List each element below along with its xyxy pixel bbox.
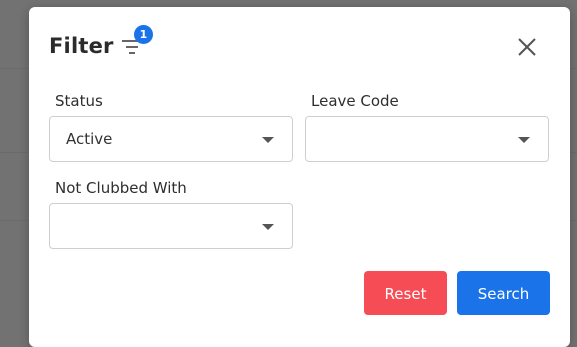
not-clubbed-with-select[interactable] (49, 203, 293, 249)
backdrop-divider (0, 68, 28, 69)
leave-code-select[interactable] (305, 116, 549, 162)
caret-down-icon (262, 224, 274, 230)
not-clubbed-with-label: Not Clubbed With (55, 179, 187, 197)
status-value: Active (66, 130, 113, 148)
backdrop-divider (0, 220, 28, 221)
dialog-title: Filter (49, 34, 114, 58)
backdrop-divider (0, 152, 28, 153)
backdrop-divider (569, 152, 577, 153)
status-label: Status (55, 92, 103, 110)
reset-button[interactable]: Reset (364, 271, 447, 315)
filter-dialog: Filter 1 Status Active Leave Code Not Cl… (29, 7, 570, 347)
filter-count-badge: 1 (134, 25, 153, 44)
leave-code-label: Leave Code (311, 92, 399, 110)
status-select[interactable]: Active (49, 116, 293, 162)
close-icon[interactable] (515, 35, 539, 59)
backdrop-divider (569, 68, 577, 69)
caret-down-icon (518, 137, 530, 143)
search-button[interactable]: Search (457, 271, 550, 315)
caret-down-icon (262, 137, 274, 143)
backdrop-divider (569, 220, 577, 221)
